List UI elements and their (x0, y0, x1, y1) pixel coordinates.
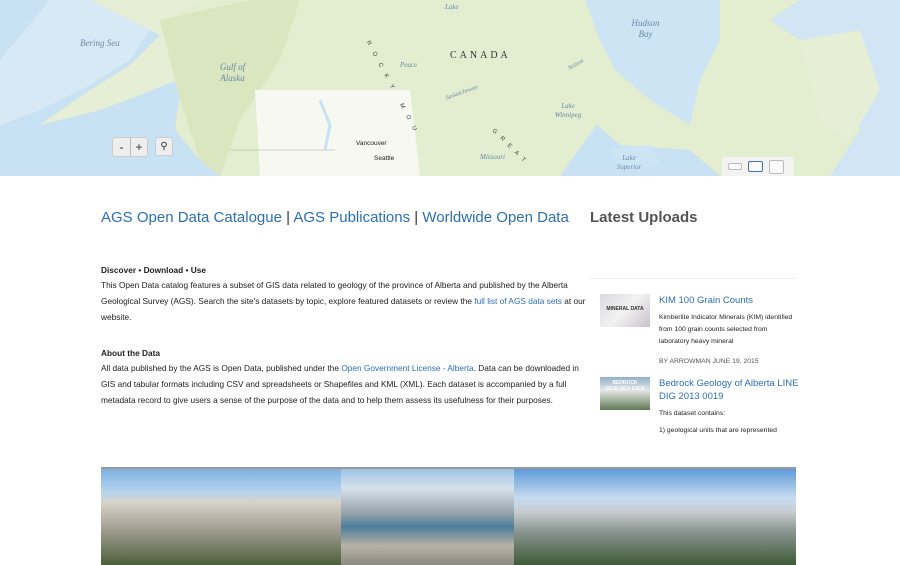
license-link[interactable]: Open Government License - Alberta (341, 363, 473, 373)
upload-thumbnail[interactable]: BEDROCK GEOLOGY DATA (600, 377, 650, 410)
mountain-photo (101, 469, 341, 565)
map-label-lake: Lake (445, 3, 459, 11)
latest-uploads-heading: Latest Uploads (590, 209, 698, 226)
zoom-control: - + (112, 137, 148, 157)
upload-thumbnail[interactable]: MINERAL DATA (600, 294, 650, 327)
upload-title-link[interactable]: Bedrock Geology of Alberta LINE DIG 2013… (659, 377, 799, 403)
nav-link-publications[interactable]: AGS Publications (293, 209, 410, 226)
nav-separator: | (286, 209, 291, 226)
map-city-vancouver: Vancouver (356, 140, 387, 147)
map-label-lake-superior: Lake Superior (616, 154, 642, 171)
basemap-option-small[interactable] (728, 163, 742, 170)
magnifier-icon: ⚲ (160, 141, 168, 152)
upload-description: 1) geological units that are represented (659, 427, 777, 434)
discover-section: Discover • Download • Use This Open Data… (101, 263, 591, 325)
upload-title-link[interactable]: KIM 100 Grain Counts (659, 294, 799, 307)
map-label-bering-sea: Bering Sea (80, 38, 120, 48)
mountain-photo (341, 469, 514, 565)
thumb-text: MINERAL DATA (606, 306, 644, 312)
upload-description: This dataset contains: (659, 410, 726, 417)
map-label-hudson-bay: Hudson Bay (631, 18, 660, 39)
upload-meta: BY ARROWMAN JUNE 19, 2015 (659, 358, 759, 365)
full-list-link[interactable]: full list of AGS data sets (474, 296, 562, 306)
top-nav: AGS Open Data Catalogue | AGS Publicatio… (101, 209, 569, 226)
thumb-text: BEDROCK GEOLOGY DATA (605, 380, 645, 392)
about-text: All data published by the AGS is Open Da… (101, 360, 591, 408)
mountain-photo (514, 469, 796, 565)
map-search-button[interactable]: ⚲ (155, 137, 173, 156)
upload-description: Kimberlite Indicator Minerals (KIM) iden… (659, 314, 793, 345)
basemap-option-large[interactable] (769, 159, 784, 174)
basemap-switcher (722, 157, 794, 176)
nav-link-worldwide[interactable]: Worldwide Open Data (422, 209, 568, 226)
discover-text: This Open Data catalog features a subset… (101, 277, 591, 325)
about-heading: About the Data (101, 348, 160, 358)
basemap-option-medium[interactable] (748, 161, 763, 172)
zoom-in-button[interactable]: + (130, 138, 147, 156)
discover-heading: Discover • Download • Use (101, 265, 206, 275)
latest-uploads-list: MINERAL DATA KIM 100 Grain Counts Kimber… (590, 278, 798, 434)
map[interactable]: Bering Sea Gulf of Alaska Hudson Bay Lak… (0, 0, 900, 176)
zoom-out-button[interactable]: - (113, 138, 130, 156)
nav-link-catalogue[interactable]: AGS Open Data Catalogue (101, 209, 282, 226)
map-label-missouri: Missouri (480, 153, 505, 161)
map-label-peace: Peace (400, 61, 418, 69)
map-label-lake-winnipeg: Lake Winnipeg (554, 102, 582, 119)
nav-separator: | (414, 209, 419, 226)
mountain-photo-banner (101, 467, 796, 565)
map-label-gulf-of-alaska: Gulf of Alaska (219, 62, 246, 83)
map-label-canada: CANADA (450, 50, 511, 61)
about-section: About the Data All data published by the… (101, 346, 591, 408)
text: All data published by the AGS is Open Da… (101, 363, 342, 373)
map-city-seattle: Seattle (374, 155, 395, 162)
